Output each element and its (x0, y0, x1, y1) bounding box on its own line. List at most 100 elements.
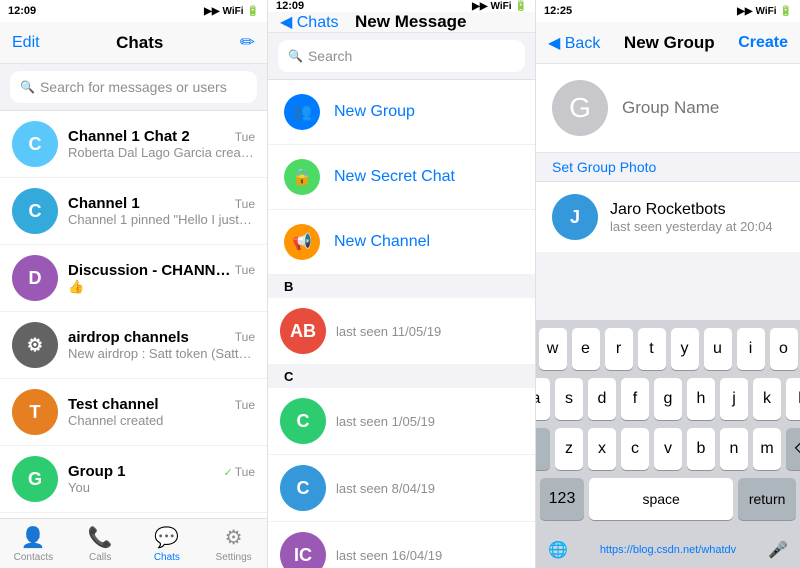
contact-avatar-c1: C (280, 398, 326, 444)
key-u[interactable]: u (704, 328, 732, 370)
key-s[interactable]: s (555, 378, 583, 420)
group-name-input[interactable] (622, 98, 800, 118)
key-c[interactable]: c (621, 428, 649, 470)
key-y[interactable]: y (671, 328, 699, 370)
tab-chats[interactable]: 💬Chats (134, 519, 201, 568)
key-g[interactable]: g (654, 378, 682, 420)
key-k[interactable]: k (753, 378, 781, 420)
key-m[interactable]: m (753, 428, 781, 470)
numbers-key[interactable]: 123 (540, 478, 584, 520)
keyboard: qwertyuiopasdfghjkl⇧zxcvbnm⌫123spaceretu… (536, 320, 800, 532)
search-input-mid[interactable]: 🔍 Search (278, 40, 525, 72)
new-group-panel: 12:25 ▶▶ WiFi 🔋 ◀ Back New Group Create … (536, 0, 800, 568)
key-t[interactable]: t (638, 328, 666, 370)
contact-b-ab[interactable]: ABlast seen 11/05/19 (268, 298, 535, 365)
chat-name-channel1chat2: Channel 1 Chat 2 (68, 128, 190, 145)
key-z[interactable]: z (555, 428, 583, 470)
chat-preview-airdrop-channels: New airdrop : Satt token (Satt) Reward :… (68, 346, 255, 362)
space-key[interactable]: space (589, 478, 733, 520)
status-icons-left: ▶▶ WiFi 🔋 (204, 6, 259, 17)
chat-item-channel1[interactable]: C Channel 1TueChannel 1 pinned "Hello I j… (0, 178, 267, 245)
chat-name-group1: Group 1 (68, 463, 126, 480)
key-x[interactable]: x (588, 428, 616, 470)
tab-label-contacts: Contacts (14, 552, 53, 563)
compose-icon[interactable]: ✏ (240, 32, 255, 53)
time-left: 12:09 (8, 5, 36, 17)
status-icons-right: ▶▶ WiFi 🔋 (737, 6, 792, 17)
key-e[interactable]: e (572, 328, 600, 370)
chat-item-channel1chat2[interactable]: CChannel 1 Chat 2TueRoberta Dal Lago Gar… (0, 111, 267, 178)
keyboard-row-0: qwertyuiop (540, 328, 796, 370)
menu-icon-new-channel: 📢 (284, 224, 320, 260)
key-j[interactable]: j (720, 378, 748, 420)
menu-new-group[interactable]: 👥New Group (268, 80, 535, 145)
menu-new-secret-chat[interactable]: 🔒 New Secret Chat (268, 145, 535, 210)
chat-preview-group1: You (68, 480, 255, 495)
back-to-chats[interactable]: ◀ Chats (280, 12, 339, 32)
shift-key[interactable]: ⇧ (536, 428, 550, 470)
chat-info-test-channel: Test channelTueChannel created (68, 396, 255, 428)
key-n[interactable]: n (720, 428, 748, 470)
key-w[interactable]: w (539, 328, 567, 370)
tab-icon-chats: 💬 (154, 525, 179, 550)
tab-contacts[interactable]: 👤Contacts (0, 519, 67, 568)
member-avatar: J (552, 194, 598, 240)
key-a[interactable]: a (536, 378, 550, 420)
search-input-left[interactable]: 🔍 Search for messages or users (10, 71, 257, 103)
contact-c1[interactable]: Clast seen 1/05/19 (268, 388, 535, 455)
chat-time-airdrop-channels: Tue (235, 330, 255, 344)
chat-name-airdrop-channels: airdrop channels (68, 329, 189, 346)
globe-icon[interactable]: 🌐 (548, 540, 568, 560)
key-d[interactable]: d (588, 378, 616, 420)
search-icon-mid: 🔍 (288, 49, 303, 63)
contact-status-c2: last seen 8/04/19 (336, 481, 435, 496)
dictation-icon[interactable]: 🎤 (768, 540, 788, 560)
return-key[interactable]: return (738, 478, 796, 520)
tab-calls[interactable]: 📞Calls (67, 519, 134, 568)
tab-settings[interactable]: ⚙Settings (200, 519, 267, 568)
search-placeholder-mid: Search (308, 48, 352, 64)
menu-label-new-secret-chat: New Secret Chat (334, 168, 455, 186)
menu-icon-new-secret-chat: 🔒 (284, 159, 320, 195)
key-l[interactable]: l (786, 378, 800, 420)
status-icons-mid: ▶▶ WiFi 🔋 (472, 1, 527, 12)
key-v[interactable]: v (654, 428, 682, 470)
search-icon-left: 🔍 (20, 80, 35, 94)
key-o[interactable]: o (770, 328, 798, 370)
chat-info-discussion-channel1: Discussion - CHANNEL 1 🔔Tue👍 (68, 261, 255, 295)
key-b[interactable]: b (687, 428, 715, 470)
tab-bar: 👤Contacts📞Calls💬Chats⚙Settings (0, 518, 267, 568)
contact-status-ic: last seen 16/04/19 (336, 548, 442, 563)
chat-preview-channel1chat2: Roberta Dal Lago Garcia created the gr..… (68, 145, 255, 160)
menu-new-channel[interactable]: 📢New Channel (268, 210, 535, 275)
time-right: 12:25 (544, 5, 572, 17)
section-header-C: C (268, 365, 535, 388)
chat-info-channel1: Channel 1TueChannel 1 pinned "Hello I ju… (68, 195, 255, 227)
key-i[interactable]: i (737, 328, 765, 370)
edit-button[interactable]: Edit (12, 34, 40, 52)
tab-icon-calls: 📞 (88, 525, 113, 550)
new-message-panel: 12:09 ▶▶ WiFi 🔋 ◀ Chats New Message 🔍 Se… (268, 0, 536, 568)
contact-c2[interactable]: Clast seen 8/04/19 (268, 455, 535, 522)
chat-item-group1[interactable]: GGroup 1✓TueYou (0, 446, 267, 513)
key-r[interactable]: r (605, 328, 633, 370)
chat-item-discussion-channel1[interactable]: DDiscussion - CHANNEL 1 🔔Tue👍 (0, 245, 267, 312)
page-title-chats: Chats (116, 33, 163, 53)
key-f[interactable]: f (621, 378, 649, 420)
chat-avatar-channel1: C (12, 188, 58, 234)
back-to-back[interactable]: ◀ Back (548, 33, 600, 53)
nav-bar-right: ◀ Back New Group Create (536, 22, 800, 64)
create-button[interactable]: Create (738, 34, 788, 52)
chat-name-test-channel: Test channel (68, 396, 159, 413)
contact-info-c2: last seen 8/04/19 (336, 481, 435, 496)
delete-key[interactable]: ⌫ (786, 428, 800, 470)
search-bar-left: 🔍 Search for messages or users (0, 64, 267, 111)
chat-preview-channel1: Channel 1 pinned "Hello I just cr..." (68, 212, 255, 227)
set-group-photo-button[interactable]: Set Group Photo (536, 153, 800, 182)
key-h[interactable]: h (687, 378, 715, 420)
chat-preview-test-channel: Channel created (68, 413, 255, 428)
chat-item-test-channel[interactable]: TTest channelTueChannel created (0, 379, 267, 446)
chat-item-airdrop-channels[interactable]: ⚙airdrop channelsTueNew airdrop : Satt t… (0, 312, 267, 379)
contact-ic[interactable]: IClast seen 16/04/19 (268, 522, 535, 568)
tab-icon-settings: ⚙ (225, 525, 243, 550)
